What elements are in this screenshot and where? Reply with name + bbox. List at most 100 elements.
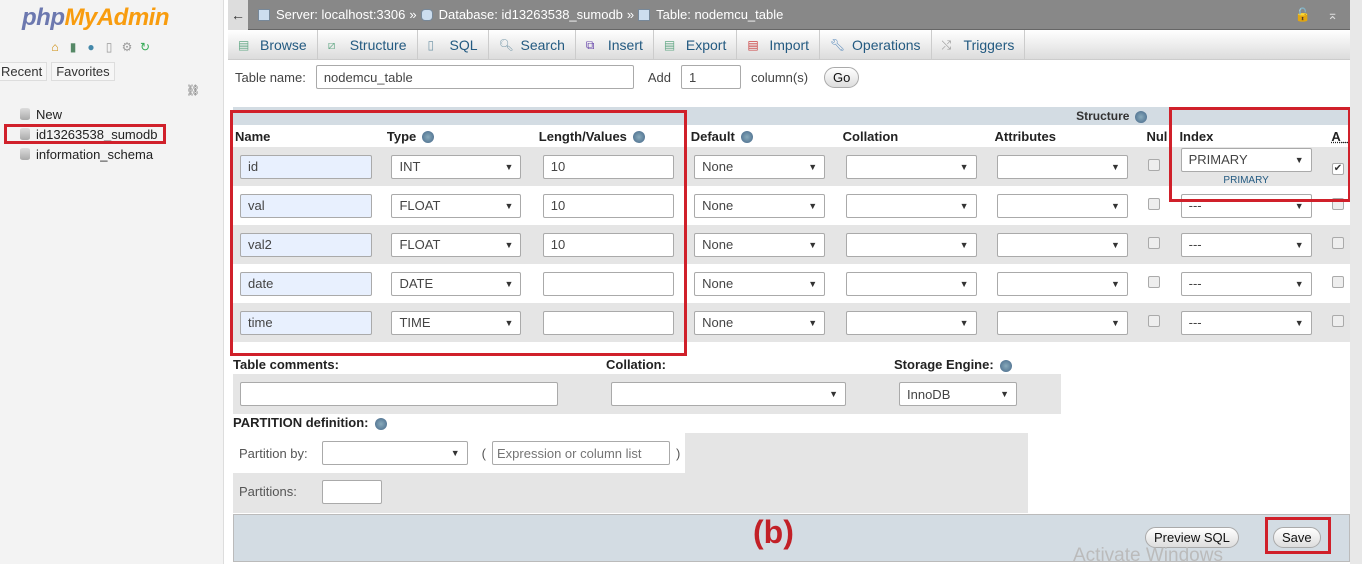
column-collation-select[interactable]: ▼ xyxy=(845,154,977,179)
chevron-down-icon: ▼ xyxy=(808,239,818,250)
navigation-sidebar: phpMyAdmin ⌂ ▮ ● ▯ ⚙ ↻ Recent Favorites … xyxy=(0,0,224,564)
storage-engine-select[interactable]: InnoDB ▼ xyxy=(899,382,1017,406)
browse-icon: ▤ xyxy=(238,37,250,52)
tab-import[interactable]: ▤ Import xyxy=(737,30,821,59)
column-default-select[interactable]: None ▼ xyxy=(694,154,826,179)
storage-engine-label: Storage Engine: xyxy=(894,357,994,372)
header-default: Default xyxy=(688,125,841,147)
table-comments-input[interactable] xyxy=(240,382,558,406)
tab-browse[interactable]: ▤ Browse xyxy=(228,30,318,59)
chevron-down-icon: ▼ xyxy=(1110,239,1120,250)
table-collation-select[interactable]: ▼ xyxy=(611,382,846,406)
breadcrumb-database[interactable]: Database: id13263538_sumodb xyxy=(439,7,623,22)
tab-search[interactable]: 🔍︎ Search xyxy=(489,30,576,59)
tab-insert[interactable]: ⧉ Insert xyxy=(576,30,654,59)
tree-item-new[interactable]: New xyxy=(0,104,157,124)
tab-export[interactable]: ▤ Export xyxy=(654,30,738,59)
partitions-label: Partitions: xyxy=(239,484,297,499)
chevron-down-icon: ▼ xyxy=(1110,161,1120,172)
reload-icon[interactable]: ↻ xyxy=(138,40,152,54)
table-name-input[interactable]: nodemcu_table xyxy=(315,65,634,89)
go-button[interactable]: Go xyxy=(824,66,860,88)
partitions-input[interactable] xyxy=(322,480,382,504)
column-default-select[interactable]: None ▼ xyxy=(694,232,826,257)
column-auto-increment-checkbox[interactable] xyxy=(1332,315,1344,327)
partition-by-select[interactable]: ▼ xyxy=(321,441,468,465)
column-index-select[interactable]: --- ▼ xyxy=(1180,310,1312,335)
column-null-checkbox[interactable] xyxy=(1148,276,1161,288)
column-index-select[interactable]: --- ▼ xyxy=(1180,271,1312,296)
insert-icon: ⧉ xyxy=(585,37,595,52)
column-attributes-select[interactable]: ▼ xyxy=(996,232,1128,257)
help-icon[interactable]: ● xyxy=(84,40,98,54)
database-icon xyxy=(20,148,30,160)
collapse-arrow-icon[interactable]: ← xyxy=(228,0,248,30)
column-auto-increment-checkbox[interactable] xyxy=(1332,237,1344,249)
column-attributes-select[interactable]: ▼ xyxy=(996,271,1128,296)
column-null-checkbox[interactable] xyxy=(1148,237,1161,249)
column-attributes-select[interactable]: ▼ xyxy=(996,310,1128,335)
chevron-down-icon: ▼ xyxy=(1294,200,1304,211)
breadcrumb-bar: ← Server: localhost:3306 » Database: id1… xyxy=(228,0,1350,30)
scrollbar[interactable] xyxy=(1350,0,1362,564)
home-icon[interactable]: ⌂ xyxy=(48,40,62,54)
column-default-select[interactable]: None ▼ xyxy=(694,193,826,218)
breadcrumb-table[interactable]: Table: nodemcu_table xyxy=(656,7,783,22)
logout-icon[interactable]: ▮ xyxy=(66,40,80,54)
help-icon[interactable] xyxy=(1135,110,1148,123)
columns-label: column(s) xyxy=(750,69,809,85)
chevron-down-icon: ▼ xyxy=(1110,200,1120,211)
chevron-down-icon: ▼ xyxy=(959,200,969,211)
highlight-box-database xyxy=(4,124,166,144)
chevron-down-icon: ▼ xyxy=(1294,317,1304,328)
help-icon[interactable] xyxy=(740,131,753,144)
settings-gear-icon[interactable]: ⚙ xyxy=(120,40,134,54)
column-default-select[interactable]: None ▼ xyxy=(694,310,826,335)
column-index-select[interactable]: --- ▼ xyxy=(1180,232,1312,257)
column-auto-increment-checkbox[interactable] xyxy=(1332,276,1344,288)
sql-icon: ▯ xyxy=(427,37,435,52)
column-attributes-select[interactable]: ▼ xyxy=(996,154,1128,179)
documentation-icon[interactable]: ▯ xyxy=(102,40,116,54)
triggers-icon: ⤭ xyxy=(941,37,952,52)
column-null-checkbox[interactable] xyxy=(1148,198,1161,210)
column-collation-select[interactable]: ▼ xyxy=(845,310,977,335)
add-columns-input[interactable]: 1 xyxy=(680,65,741,89)
chevron-down-icon: ▼ xyxy=(959,239,969,250)
partition-expression-input[interactable] xyxy=(492,441,670,465)
lock-icon[interactable]: 🔓 xyxy=(1295,7,1311,23)
chevron-down-icon: ▼ xyxy=(959,317,969,328)
highlight-box-save xyxy=(1265,517,1331,554)
chevron-down-icon: ▼ xyxy=(1294,239,1304,250)
phpmyadmin-logo[interactable]: phpMyAdmin xyxy=(22,4,169,32)
server-icon xyxy=(258,8,270,21)
collapse-top-icon[interactable]: ⌅ xyxy=(1327,7,1338,23)
breadcrumb-server[interactable]: Server: localhost:3306 xyxy=(276,7,405,22)
tab-sql[interactable]: ▯ SQL xyxy=(418,30,489,59)
tree-item-information-schema[interactable]: information_schema xyxy=(0,144,157,164)
database-icon xyxy=(20,108,30,120)
import-icon: ▤ xyxy=(747,37,759,52)
link-chain-icon[interactable]: ⛓ xyxy=(186,84,200,97)
favorites-tab[interactable]: Favorites xyxy=(51,62,115,81)
help-icon[interactable] xyxy=(374,417,387,430)
tab-triggers[interactable]: ⤭ Triggers xyxy=(932,30,1026,59)
column-null-checkbox[interactable] xyxy=(1148,315,1161,327)
export-icon: ▤ xyxy=(663,37,676,52)
chevron-down-icon: ▼ xyxy=(1110,278,1120,289)
tab-operations[interactable]: 🔧︎ Operations xyxy=(820,30,932,59)
header-attributes: Attributes xyxy=(992,125,1145,147)
help-icon[interactable] xyxy=(999,359,1012,372)
column-collation-select[interactable]: ▼ xyxy=(845,232,977,257)
structure-title: Structure xyxy=(1076,109,1130,123)
structure-icon: ⧄ xyxy=(327,37,336,52)
column-default-select[interactable]: None ▼ xyxy=(694,271,826,296)
column-attributes-select[interactable]: ▼ xyxy=(996,193,1128,218)
column-null-checkbox[interactable] xyxy=(1148,159,1161,171)
annotation-label: (b) xyxy=(753,514,794,550)
main-panel: ← Server: localhost:3306 » Database: id1… xyxy=(228,0,1351,566)
recent-tab[interactable]: Recent xyxy=(0,62,48,81)
column-collation-select[interactable]: ▼ xyxy=(845,271,977,296)
tab-structure[interactable]: ⧄ Structure xyxy=(318,30,418,59)
column-collation-select[interactable]: ▼ xyxy=(845,193,977,218)
